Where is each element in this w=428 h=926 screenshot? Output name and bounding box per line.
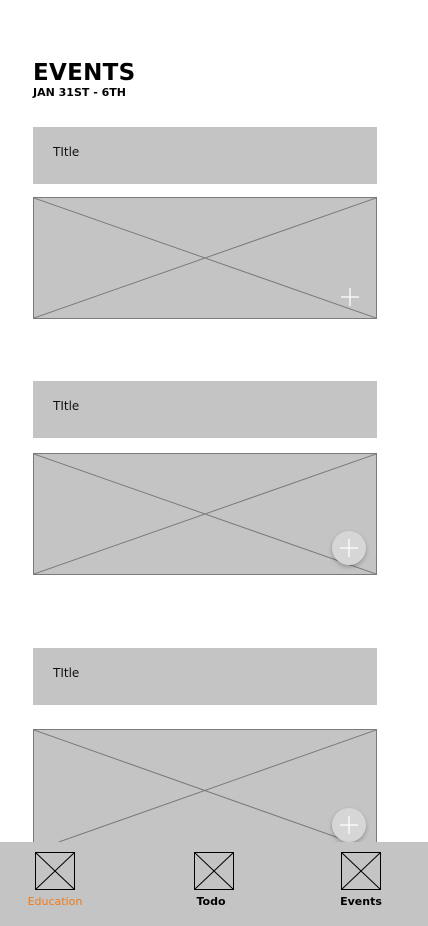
image-placeholder-icon: [194, 852, 234, 890]
nav-label: Education: [27, 895, 83, 908]
page-title: EVENTS: [33, 60, 136, 86]
event-image-placeholder[interactable]: [33, 729, 377, 842]
image-placeholder-icon: [34, 454, 376, 574]
add-button[interactable]: [332, 531, 366, 565]
plus-icon: [340, 816, 358, 834]
event-title: TItle: [53, 666, 80, 680]
plus-icon: [340, 539, 358, 557]
event-title: TItle: [53, 145, 80, 159]
plus-icon[interactable]: [338, 285, 362, 309]
date-range: JAN 31ST - 6TH: [33, 86, 126, 99]
event-title-bar[interactable]: TItle: [33, 648, 377, 705]
nav-item-todo[interactable]: Todo: [176, 842, 246, 926]
event-image-placeholder[interactable]: [33, 197, 377, 319]
event-title: TItle: [53, 399, 80, 413]
image-placeholder-icon: [341, 852, 381, 890]
image-placeholder-icon: [35, 852, 75, 890]
nav-label: Todo: [196, 895, 226, 908]
event-title-bar[interactable]: TItle: [33, 127, 377, 184]
image-placeholder-icon: [34, 198, 376, 318]
nav-item-education[interactable]: Education: [20, 842, 90, 926]
nav-item-events[interactable]: Events: [326, 842, 396, 926]
event-image-placeholder[interactable]: [33, 453, 377, 575]
nav-label: Events: [340, 895, 382, 908]
bottom-nav: Education Todo Events: [0, 842, 428, 926]
add-button[interactable]: [332, 808, 366, 842]
image-placeholder-icon: [34, 730, 376, 842]
event-title-bar[interactable]: TItle: [33, 381, 377, 438]
